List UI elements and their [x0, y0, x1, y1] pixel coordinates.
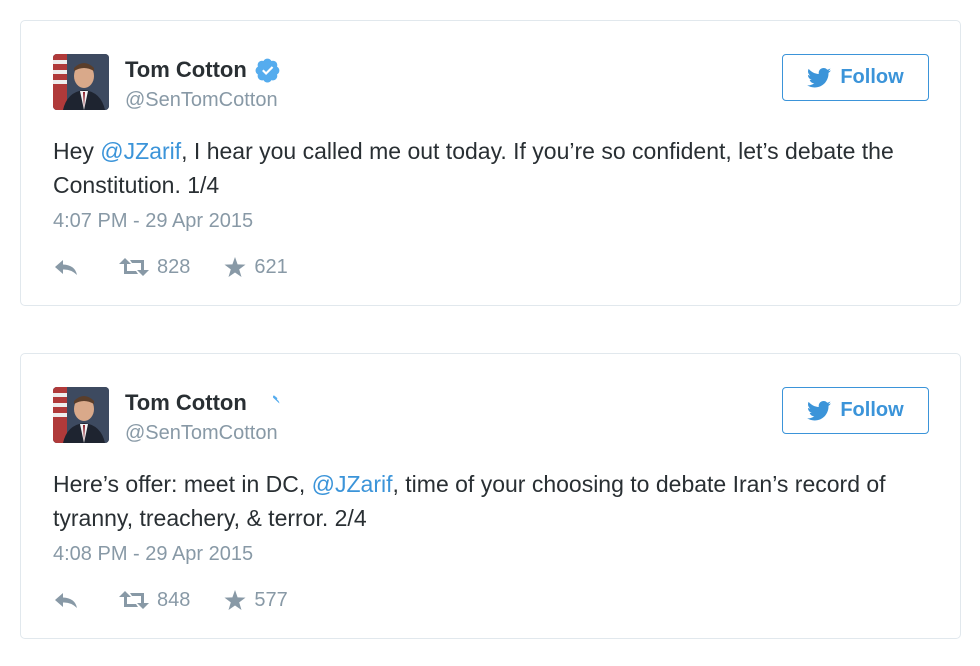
author-name-label[interactable]: Tom Cotton	[125, 57, 247, 83]
retweet-count: 848	[157, 588, 191, 611]
retweet-button[interactable]: 848	[119, 589, 190, 612]
author-name-label[interactable]: Tom Cotton	[125, 390, 247, 416]
retweet-icon	[119, 258, 149, 276]
mention-link[interactable]: @JZarif	[312, 471, 393, 497]
tweet-card: Tom Cotton @SenTomCotton Follow Here’s o…	[20, 353, 961, 639]
tweet-text: Hey @JZarif, I hear you called me out to…	[53, 134, 913, 202]
like-button[interactable]: 577	[224, 588, 288, 612]
tweet-text: Here’s offer: meet in DC, @JZarif, time …	[53, 467, 913, 535]
reply-button[interactable]	[53, 590, 81, 610]
avatar[interactable]	[53, 54, 109, 110]
author-name[interactable]: Tom Cotton	[125, 57, 281, 83]
reply-icon	[55, 260, 77, 275]
mention-link[interactable]: @JZarif	[100, 138, 181, 164]
timestamp[interactable]: 4:08 PM - 29 Apr 2015	[53, 543, 253, 566]
follow-button[interactable]: Follow	[782, 387, 929, 434]
reply-icon	[55, 593, 77, 608]
twitter-bird-icon	[807, 67, 832, 87]
retweet-count: 828	[157, 255, 191, 278]
verified-icon	[261, 395, 280, 408]
follow-button[interactable]: Follow	[782, 54, 929, 101]
tweet-actions: 828 621	[53, 254, 288, 280]
follow-label: Follow	[840, 66, 904, 88]
follow-label: Follow	[840, 399, 904, 421]
twitter-bird-icon	[807, 400, 832, 420]
tweet-actions: 848 577	[53, 587, 288, 613]
star-icon	[224, 256, 246, 277]
star-icon	[224, 589, 246, 610]
tweet-card: Tom Cotton @SenTomCotton Follow Hey @JZa…	[20, 20, 961, 306]
like-count: 577	[254, 588, 288, 611]
retweet-icon	[119, 591, 149, 609]
verified-icon	[255, 58, 280, 83]
reply-button[interactable]	[53, 257, 81, 277]
author-name[interactable]: Tom Cotton	[125, 390, 281, 416]
like-count: 621	[254, 255, 288, 278]
author-handle[interactable]: @SenTomCotton	[125, 89, 278, 112]
tweet-text-pre: Here’s offer: meet in DC,	[53, 471, 312, 497]
avatar[interactable]	[53, 387, 109, 443]
like-button[interactable]: 621	[224, 255, 288, 279]
author-handle[interactable]: @SenTomCotton	[125, 422, 278, 445]
timestamp[interactable]: 4:07 PM - 29 Apr 2015	[53, 210, 253, 233]
retweet-button[interactable]: 828	[119, 256, 190, 279]
tweet-text-pre: Hey	[53, 138, 101, 164]
